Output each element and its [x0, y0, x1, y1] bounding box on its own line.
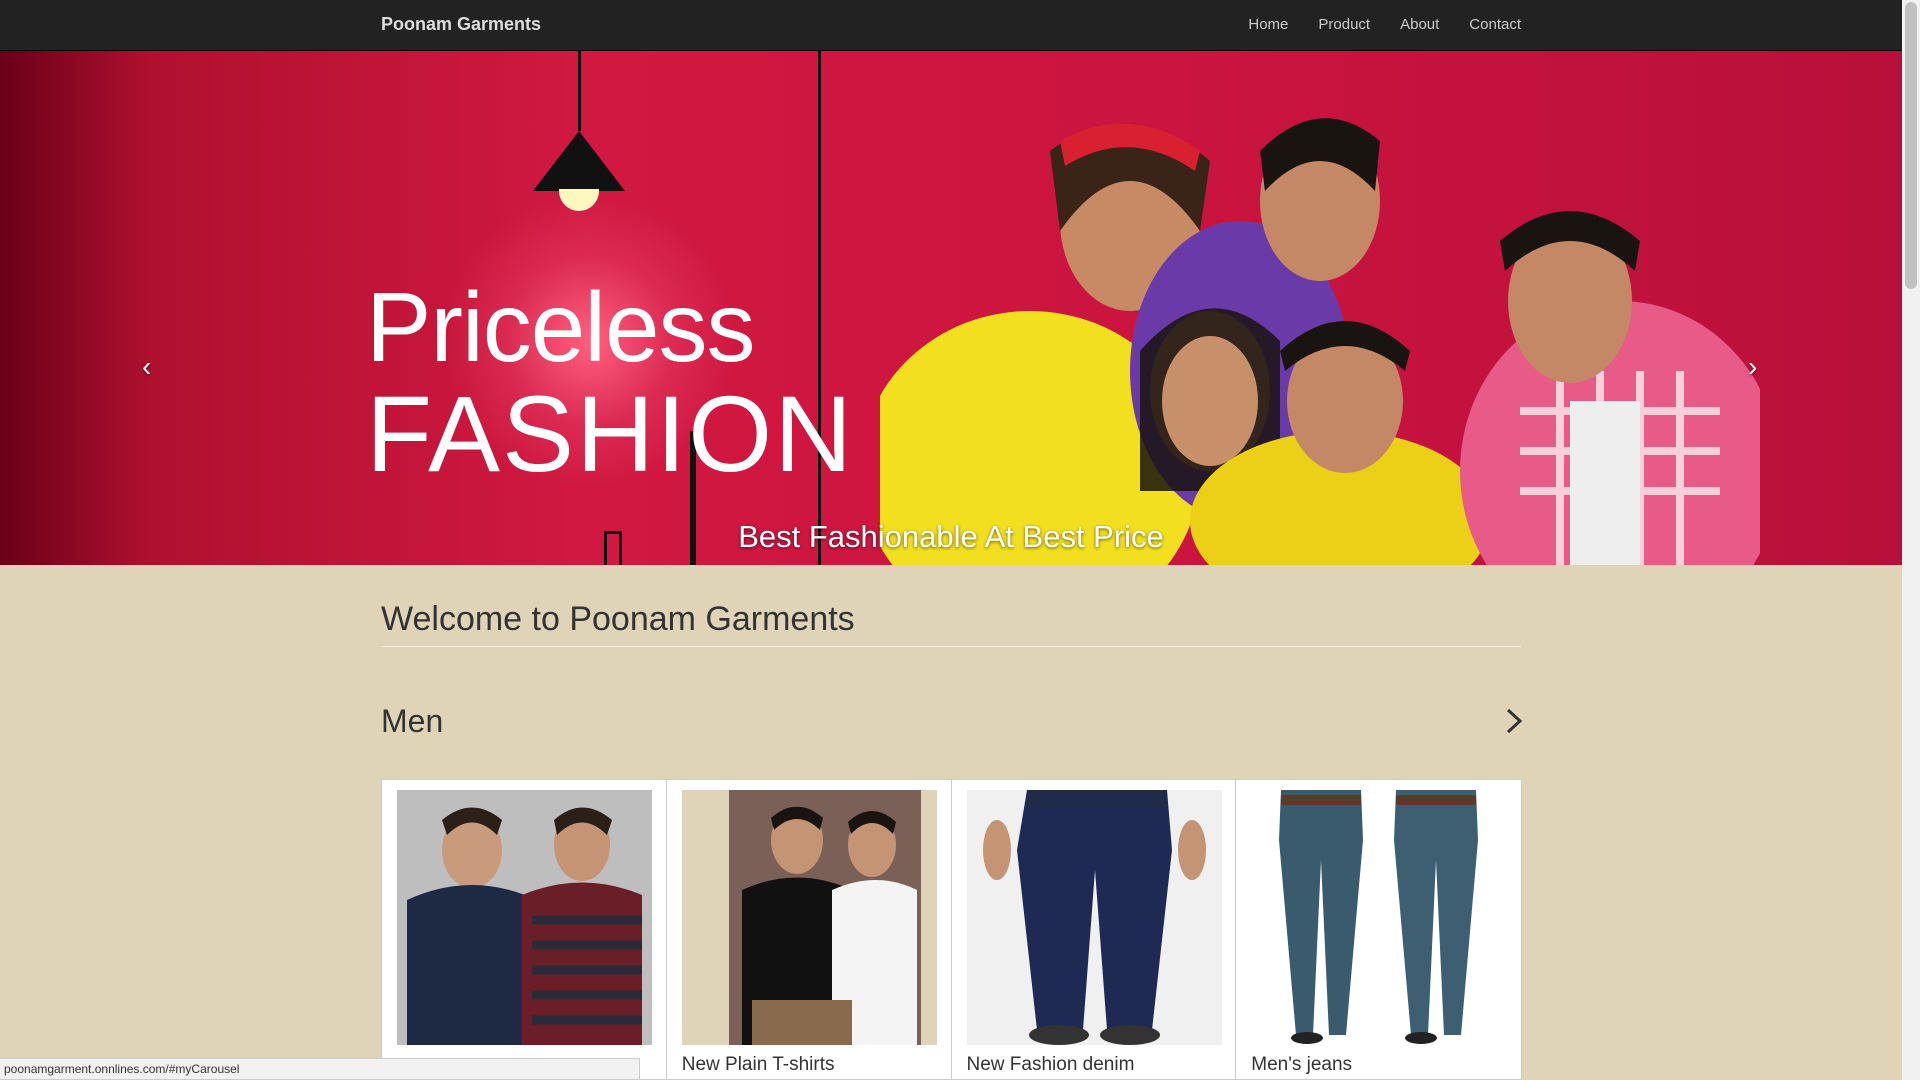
- nav-contact[interactable]: Contact: [1469, 16, 1521, 33]
- hero-title-priceless: Priceless: [366, 272, 756, 382]
- plain-tshirts-image[interactable]: [681, 790, 937, 1045]
- product-title[interactable]: New Fashion denim: [967, 1054, 1135, 1076]
- navbar: Poonam Garments Home Product About Conta…: [0, 0, 1902, 51]
- group-photo-image: [880, 118, 1760, 565]
- nav-menu: Home Product About Contact: [1248, 16, 1521, 33]
- carousel-prev-icon[interactable]: ‹: [142, 351, 151, 383]
- denim-jeans-image[interactable]: [966, 790, 1222, 1045]
- scrollbar-thumb[interactable]: [1905, 2, 1917, 289]
- hero-title-fashion: FASHION: [366, 373, 855, 494]
- product-list: New Plain T-shirts New Fashion denim Men…: [381, 779, 1522, 1080]
- product-card[interactable]: Men's jeans: [1236, 780, 1521, 1080]
- chevron-right-icon[interactable]: [1498, 706, 1528, 736]
- hero-carousel: Priceless FASHION Best Fashionable At Be…: [0, 51, 1902, 565]
- brand-link[interactable]: Poonam Garments: [381, 14, 541, 35]
- status-bar-url: poonamgarment.onnlines.com/#myCarousel: [0, 1058, 640, 1080]
- polo-tshirts-image[interactable]: [397, 790, 652, 1045]
- section-title-men: Men: [381, 703, 444, 739]
- page-title: Welcome to Poonam Garments: [381, 600, 855, 638]
- lamp-icon: [533, 131, 625, 191]
- nav-product[interactable]: Product: [1318, 16, 1370, 33]
- product-card[interactable]: [382, 780, 667, 1080]
- nav-about[interactable]: About: [1400, 16, 1439, 33]
- product-title[interactable]: New Plain T-shirts: [682, 1054, 835, 1076]
- product-title[interactable]: Men's jeans: [1251, 1054, 1352, 1076]
- product-card[interactable]: New Plain T-shirts: [667, 780, 952, 1080]
- product-card[interactable]: New Fashion denim: [952, 780, 1237, 1080]
- nav-home[interactable]: Home: [1248, 16, 1288, 33]
- title-divider: [381, 646, 1521, 647]
- carousel-next-icon[interactable]: ›: [1748, 351, 1757, 383]
- mens-jeans-image[interactable]: [1251, 790, 1507, 1045]
- carousel-caption: Best Fashionable At Best Price: [738, 519, 1164, 554]
- scrollbar[interactable]: [1902, 0, 1920, 1080]
- lamp-cord: [578, 51, 581, 131]
